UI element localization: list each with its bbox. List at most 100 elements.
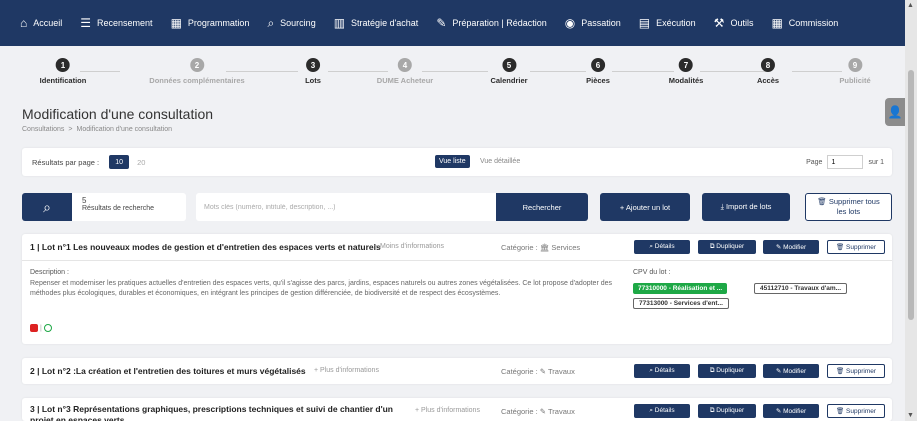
- screen-icon: ▤: [638, 16, 651, 30]
- results-count: 5: [82, 196, 87, 205]
- nav-outils[interactable]: ⚒ Outils: [714, 17, 754, 29]
- page-number-input[interactable]: [827, 155, 864, 169]
- top-navigation: ⌂ Accueil ☰ Recensement ▦ Programmation ⌕ So…: [0, 0, 905, 46]
- step-number: 8: [760, 58, 775, 72]
- nav-preparation[interactable]: ✎ Préparation | Rédaction: [436, 17, 546, 29]
- step-label: Modalités: [668, 76, 704, 85]
- step-modalites[interactable]: 7 Modalités: [668, 58, 704, 85]
- view-list-button[interactable]: Vue liste: [435, 155, 470, 168]
- step-number: 1: [55, 58, 70, 72]
- check-circle-icon: [43, 324, 52, 332]
- nav-strategie[interactable]: ▥ Stratégie d'achat: [334, 17, 419, 29]
- duplicate-button[interactable]: ⧉ Dupliquer: [698, 404, 756, 418]
- flag-icon: [30, 324, 38, 332]
- delete-all-lots-button[interactable]: 🗑 Supprimer tous les lots: [805, 193, 892, 221]
- step-identification[interactable]: 1 Identification: [39, 58, 87, 85]
- breadcrumb: Consultations > Modification d'une consu…: [22, 126, 172, 133]
- step-label: Données complémentaires: [149, 76, 245, 85]
- lot-category: Catégorie : 🏛 Services: [501, 243, 581, 252]
- cpv-tag: 77310000 - Réalisation et ...: [633, 283, 728, 294]
- nav-passation[interactable]: ◉ Passation: [565, 17, 621, 29]
- delete-button[interactable]: 🗑 Supprimer: [827, 404, 885, 418]
- search-icon[interactable]: ⌕: [22, 193, 72, 221]
- nav-label: Sourcing: [280, 18, 316, 28]
- import-lots-button[interactable]: ⤓ Import de lots: [702, 193, 790, 221]
- nav-sourcing[interactable]: ⌕ Sourcing: [267, 17, 315, 29]
- calendar-icon: ▦: [170, 16, 182, 30]
- breadcrumb-link-consultations[interactable]: Consultations: [22, 126, 64, 133]
- lot-category: Catégorie : ✎ Travaux: [501, 367, 575, 376]
- page-total: sur 1: [868, 158, 884, 166]
- scroll-down-arrow-icon[interactable]: ▼: [907, 412, 914, 419]
- step-calendrier[interactable]: 5 Calendrier: [490, 58, 528, 85]
- step-connector: [612, 71, 674, 72]
- step-dume-acheteur[interactable]: 4 DUME Acheteur: [377, 58, 433, 85]
- scrollbar-thumb[interactable]: [908, 70, 914, 320]
- pagination: Page sur 1: [806, 155, 884, 169]
- lot-card: 1 | Lot n°1 Les nouveaux modes de gestio…: [22, 234, 892, 344]
- edit-button[interactable]: ✎ Modifier: [763, 240, 819, 254]
- details-button[interactable]: ⌕ Détails: [634, 364, 690, 378]
- map-icon: ▥: [333, 16, 346, 30]
- lot-title: 3 | Lot n°3 Représentations graphiques, …: [30, 404, 393, 421]
- details-button[interactable]: ⌕ Détails: [634, 240, 690, 254]
- nav-label: Passation: [581, 18, 621, 28]
- lot-header: 1 | Lot n°1 Les nouveaux modes de gestio…: [22, 234, 892, 260]
- step-lots[interactable]: 3 Lots: [305, 58, 321, 85]
- step-pieces[interactable]: 6 Pièces: [586, 58, 610, 85]
- per-page-10-button[interactable]: 10: [109, 155, 130, 169]
- duplicate-button[interactable]: ⧉ Dupliquer: [698, 364, 756, 378]
- description-text: Repenser et moderniser les pratiques act…: [30, 280, 613, 297]
- list-icon: ☰: [80, 16, 92, 30]
- step-label: DUME Acheteur: [376, 76, 434, 85]
- step-publicite[interactable]: 9 Publicité: [839, 58, 871, 85]
- results-bar: Résultats par page : 10 20 Vue liste Vue…: [22, 148, 892, 176]
- nav-label: Accueil: [33, 18, 63, 28]
- wrench-icon: ⚒: [713, 16, 725, 30]
- delete-button[interactable]: 🗑 Supprimer: [827, 240, 885, 254]
- nav-label: Commission: [788, 18, 839, 28]
- add-lot-button[interactable]: + Ajouter un lot: [600, 193, 690, 221]
- nav-label: Programmation: [187, 18, 250, 28]
- nav-execution[interactable]: ▤ Exécution: [639, 17, 696, 29]
- details-button[interactable]: ⌕ Détails: [634, 404, 690, 418]
- results-count-box: 5 Résultats de recherche: [72, 193, 186, 221]
- step-connector: [792, 71, 842, 72]
- lot-category: Catégorie : ✎ Travaux: [501, 407, 575, 416]
- cpv-tag: 77313000 - Services d'ent...: [633, 298, 729, 309]
- step-donnees-complementaires[interactable]: 2 Données complémentaires: [149, 58, 245, 85]
- breadcrumb-current: Modification d'une consultation: [76, 126, 173, 133]
- page-title: Modification d'une consultation: [22, 106, 214, 122]
- toggle-info-link[interactable]: + Plus d'informations: [314, 367, 379, 374]
- per-page-label: Résultats par page :: [32, 157, 100, 167]
- breadcrumb-separator: >: [68, 126, 73, 133]
- nav-recensement[interactable]: ☰ Recensement: [80, 17, 152, 29]
- nav-label: Outils: [730, 18, 754, 28]
- home-icon: ⌂: [20, 16, 28, 30]
- nav-accueil[interactable]: ⌂ Accueil: [20, 17, 62, 29]
- delete-button[interactable]: 🗑 Supprimer: [827, 364, 885, 378]
- step-label: Identification: [39, 76, 87, 85]
- scroll-up-arrow-icon[interactable]: ▲: [907, 2, 914, 9]
- user-help-icon[interactable]: 👤: [885, 98, 905, 126]
- edit-button[interactable]: ✎ Modifier: [763, 404, 819, 418]
- page-scrollbar[interactable]: ▲ ▼: [905, 0, 917, 421]
- cpv-tag: 45112710 - Travaux d'am...: [754, 283, 848, 294]
- results-count-label: Résultats de recherche: [82, 205, 154, 212]
- step-number: 7: [679, 58, 693, 72]
- lot-header: 3 | Lot n°3 Représentations graphiques, …: [22, 398, 892, 421]
- step-number: 3: [306, 58, 320, 72]
- step-acces[interactable]: 8 Accès: [757, 58, 779, 85]
- nav-programmation[interactable]: ▦ Programmation: [171, 17, 250, 29]
- step-label: Lots: [305, 76, 321, 85]
- edit-button[interactable]: ✎ Modifier: [763, 364, 819, 378]
- per-page-20-option[interactable]: 20: [137, 158, 145, 167]
- lot-card: 3 | Lot n°3 Représentations graphiques, …: [22, 398, 892, 421]
- duplicate-button[interactable]: ⧉ Dupliquer: [698, 240, 756, 254]
- toggle-info-link[interactable]: + Plus d'informations: [415, 407, 480, 414]
- nav-commission[interactable]: ▦ Commission: [771, 17, 838, 29]
- search-button[interactable]: Rechercher: [496, 193, 588, 221]
- keyword-search-input[interactable]: [196, 193, 496, 221]
- toggle-info-link[interactable]: − Moins d'informations: [374, 243, 444, 250]
- view-detail-link[interactable]: Vue détaillée: [480, 158, 520, 165]
